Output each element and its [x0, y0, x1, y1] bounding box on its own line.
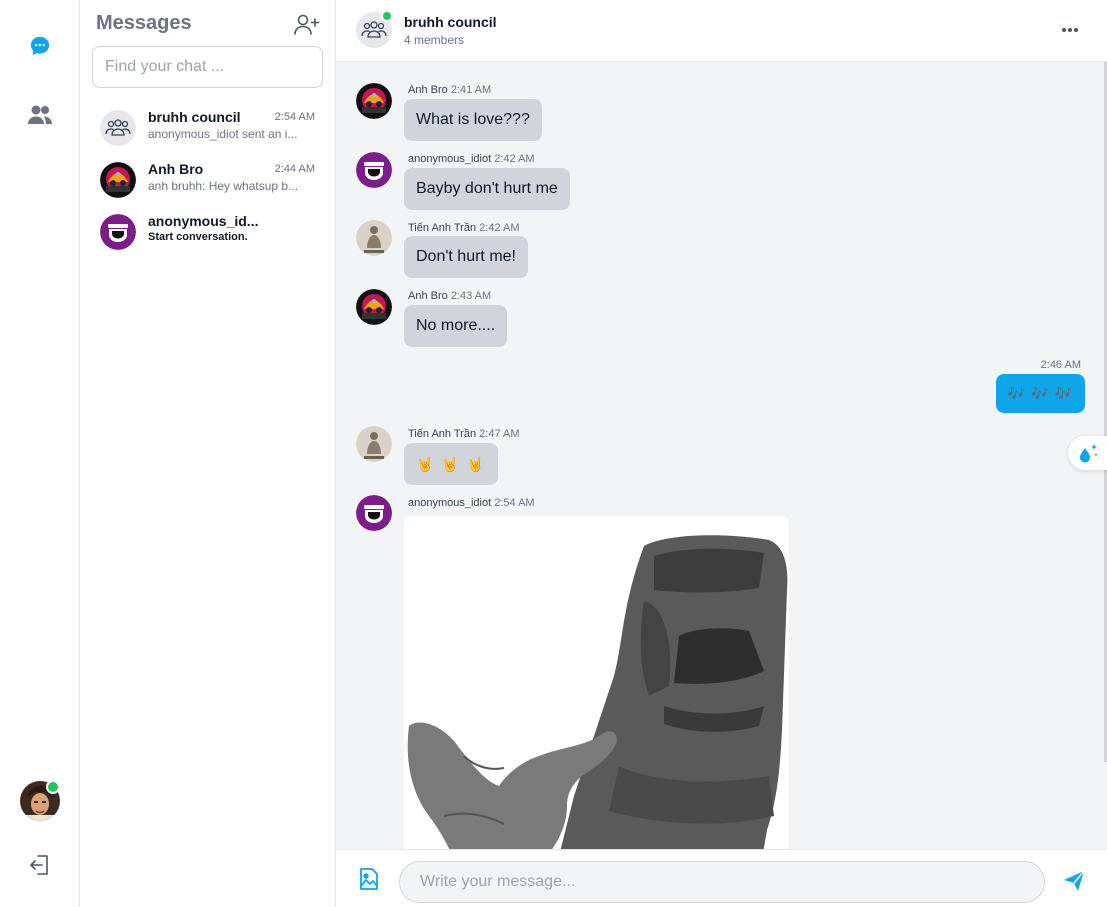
message-meta: anonymous_idiot 2:42 AM: [408, 153, 535, 165]
message-meta: Tiến Anh Trần 2:42 AM: [408, 222, 520, 234]
online-indicator: [381, 10, 393, 22]
sender-avatar: [356, 220, 392, 256]
chat-name: Anh Bro: [148, 161, 204, 177]
chat-list-panel: Messages bruhh council 2:54 AM anonymous…: [80, 0, 336, 907]
avatar-image: [100, 214, 136, 250]
my-message-bubble[interactable]: 🎶 🎶 🎶: [995, 374, 1085, 413]
image-message[interactable]: [404, 516, 789, 849]
message-meta: Tiến Anh Trần 2:47 AM: [408, 428, 520, 440]
conversation-panel: bruhh council 4 members Anh Bro 2:41 AM: [336, 0, 1107, 907]
group-icon: [105, 119, 131, 136]
avatar-image: [356, 220, 392, 256]
chat-nav-button[interactable]: [24, 30, 56, 62]
logout-button[interactable]: [24, 849, 56, 881]
sender-name: Tiến Anh Trần: [408, 428, 477, 440]
member-count: 4 members: [404, 33, 465, 47]
image-icon: [360, 868, 378, 890]
add-user-button[interactable]: [294, 14, 320, 36]
chat-item-anh-bro[interactable]: Anh Bro 2:44 AM anh bruhh: Hey whatsup b…: [92, 158, 324, 206]
chat-name: anonymous_id...: [148, 213, 259, 229]
message-time: 2:42 AM: [494, 153, 535, 165]
message-time: 2:46 AM: [1040, 359, 1081, 371]
send-button[interactable]: [1062, 869, 1086, 893]
sender-name: Tiến Anh Trần: [408, 222, 477, 234]
avatar-image: [356, 152, 392, 188]
sender-name: anonymous_idiot: [408, 153, 492, 165]
message-bubble[interactable]: 🤘 🤘 🤘: [404, 443, 499, 485]
chat-item-anonymous-idiot[interactable]: anonymous_id... Start conversation.: [92, 210, 324, 258]
anh-bro-avatar: [100, 162, 136, 198]
magic-drop-button[interactable]: [1068, 436, 1107, 470]
friends-icon: [28, 105, 52, 124]
chat-app: Messages bruhh council 2:54 AM anonymous…: [0, 0, 1107, 907]
sender-avatar: [356, 426, 392, 462]
message-time: 2:41 AM: [450, 84, 492, 96]
online-indicator: [46, 780, 60, 794]
sender-name: Anh Bro: [408, 290, 448, 302]
group-avatar[interactable]: [356, 10, 393, 48]
message-feed[interactable]: Anh Bro 2:41 AM What is love??? anonymou…: [336, 62, 1107, 849]
conversation-title: bruhh council: [404, 14, 497, 30]
panel-title: Messages: [96, 12, 192, 34]
chat-icon: [30, 36, 50, 56]
chat-item-bruhh-council[interactable]: bruhh council 2:54 AM anonymous_idiot se…: [92, 106, 324, 154]
avatar-image: [356, 289, 392, 325]
anonymous-avatar: [100, 214, 136, 250]
moai-shaka-image: [407, 535, 788, 849]
sender-name: anonymous_idiot: [408, 497, 492, 509]
chat-time: 2:44 AM: [274, 163, 315, 175]
message-bubble[interactable]: Bayby don't hurt me: [404, 168, 570, 210]
message-time: 2:43 AM: [450, 290, 492, 302]
message-meta: Anh Bro 2:43 AM: [408, 290, 491, 302]
chat-preview: anonymous_idiot sent an i...: [148, 127, 298, 141]
conversation-header: bruhh council 4 members: [336, 0, 1107, 62]
avatar-image: [356, 495, 392, 531]
sender-avatar: [356, 289, 392, 325]
message-time: 2:42 AM: [479, 222, 520, 234]
logout-icon: [30, 855, 48, 875]
message-time: 2:47 AM: [479, 428, 520, 440]
group-avatar: [100, 110, 136, 146]
chat-preview: anh bruhh: Hey whatsup b...: [148, 179, 299, 193]
message-composer: [336, 849, 1107, 907]
send-icon: [1064, 870, 1085, 891]
avatar-image: [356, 83, 392, 119]
message-meta: Anh Bro 2:41 AM: [408, 84, 491, 96]
search-input[interactable]: [92, 46, 323, 88]
sender-avatar: [356, 152, 392, 188]
message-bubble[interactable]: No more....: [404, 305, 508, 347]
sender-avatar: [356, 495, 392, 531]
chat-time: 2:54 AM: [274, 111, 315, 123]
sender-avatar: [356, 83, 392, 119]
chat-name: bruhh council: [148, 109, 241, 125]
nav-rail: [0, 0, 80, 907]
message-bubble[interactable]: What is love???: [404, 99, 542, 141]
sparkle-drop-icon: [1080, 444, 1098, 463]
message-input[interactable]: [399, 861, 1045, 903]
friends-nav-button[interactable]: [24, 99, 56, 131]
more-icon: [1062, 28, 1078, 32]
chat-preview: Start conversation.: [148, 231, 248, 243]
my-avatar[interactable]: [20, 780, 60, 821]
add-user-icon: [294, 14, 320, 35]
message-time: 2:54 AM: [494, 497, 535, 509]
message-meta: anonymous_idiot 2:54 AM: [408, 497, 535, 509]
message-bubble[interactable]: Don't hurt me!: [404, 236, 528, 278]
sender-name: Anh Bro: [408, 84, 448, 96]
more-options-button[interactable]: [1058, 22, 1082, 38]
attach-image-button[interactable]: [358, 867, 380, 891]
avatar-image: [356, 426, 392, 462]
avatar-image: [100, 162, 136, 198]
